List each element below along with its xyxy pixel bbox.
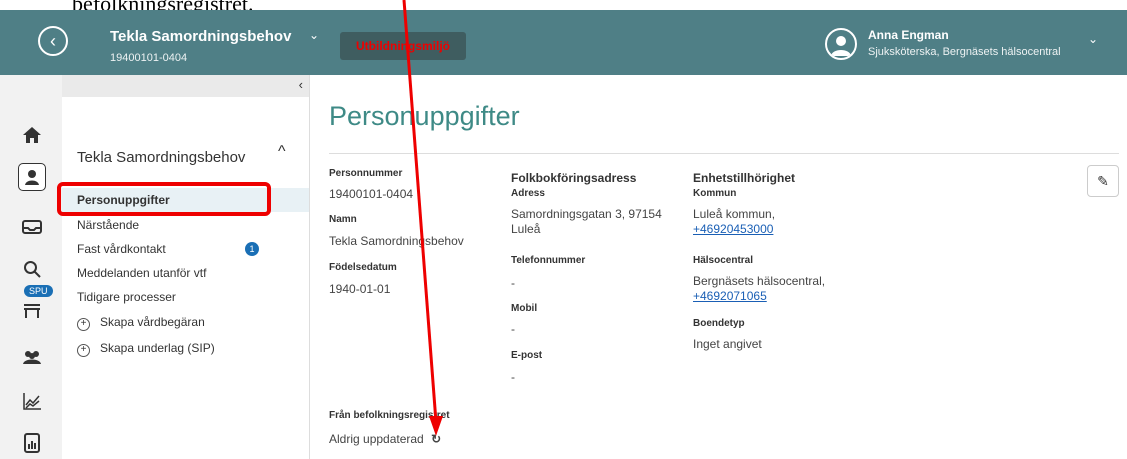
- nav-meddelanden[interactable]: Meddelanden utanför vtf: [77, 266, 206, 280]
- bed-icon[interactable]: [18, 297, 46, 325]
- user-avatar-icon[interactable]: [825, 28, 857, 60]
- refresh-icon[interactable]: ↻: [431, 432, 441, 446]
- user-role: Sjuksköterska, Bergnäsets hälsocentral: [868, 46, 1061, 58]
- halsocentral-label: Hälsocentral: [693, 255, 754, 266]
- home-icon[interactable]: [18, 121, 46, 149]
- kommun-phone-link[interactable]: +46920453000: [693, 222, 773, 236]
- main-content: Personuppgifter ✎ Personnummer 19400101-…: [311, 75, 1127, 459]
- personnummer-label: Personnummer: [329, 168, 403, 179]
- adress-line1: Samordningsgatan 3, 97154: [511, 207, 662, 221]
- personnummer-value: 19400101-0404: [329, 187, 414, 201]
- edit-button[interactable]: ✎: [1087, 165, 1119, 197]
- icon-rail: SPU: [0, 75, 62, 459]
- halsocentral-value: Bergnäsets hälsocentral,: [693, 274, 826, 288]
- nav-narstaende[interactable]: Närstående: [77, 218, 139, 232]
- namn-value: Tekla Samordningsbehov: [329, 234, 464, 248]
- subnav-topbar: ‹: [62, 75, 309, 97]
- report-icon[interactable]: [18, 429, 46, 457]
- chevron-left-icon: ‹: [50, 31, 56, 51]
- page-title: Personuppgifter: [329, 101, 520, 131]
- telefon-label: Telefonnummer: [511, 255, 586, 266]
- plus-icon: +: [77, 344, 90, 357]
- collapse-left-icon[interactable]: ‹: [299, 77, 303, 92]
- patient-icon[interactable]: [18, 163, 46, 191]
- mobil-label: Mobil: [511, 303, 538, 314]
- nav-fast-vardkontakt[interactable]: Fast vårdkontakt: [77, 242, 166, 256]
- telefon-value: -: [511, 276, 515, 290]
- chevron-down-icon[interactable]: ⌄: [309, 28, 319, 42]
- plus-icon: +: [77, 318, 90, 331]
- kommun-label: Kommun: [693, 188, 737, 199]
- user-name[interactable]: Anna Engman: [868, 28, 949, 42]
- nav-tidigare-processer[interactable]: Tidigare processer: [77, 290, 176, 304]
- statistics-icon[interactable]: [18, 387, 46, 415]
- halsocentral-phone-link[interactable]: +4692071065: [693, 289, 767, 303]
- adress-line2: Luleå: [511, 222, 541, 236]
- epost-label: E-post: [511, 350, 543, 361]
- inbox-icon[interactable]: [18, 213, 46, 241]
- kommun-value: Luleå kommun,: [693, 207, 776, 221]
- mobil-value: -: [511, 322, 515, 336]
- fodelsedatum-label: Födelsedatum: [329, 262, 397, 273]
- nav-item-label: Skapa underlag (SIP): [100, 341, 215, 355]
- registry-status: Aldrig uppdaterad ↻: [329, 432, 441, 446]
- chevron-up-icon[interactable]: ^: [278, 143, 286, 161]
- nav-item-label: Skapa vårdbegäran: [100, 315, 205, 329]
- folkbokforing-heading: Folkbokföringsadress: [511, 171, 637, 185]
- back-button[interactable]: ‹: [38, 26, 68, 56]
- app-header: ‹ Tekla Samordningsbehov 19400101-0404 ⌄…: [0, 10, 1127, 75]
- pencil-icon: ✎: [1097, 172, 1109, 189]
- nav-skapa-vardbegaran[interactable]: + Skapa vårdbegäran: [77, 315, 205, 331]
- count-badge: 1: [245, 242, 259, 256]
- user-menu-chevron-icon[interactable]: ⌄: [1088, 32, 1098, 46]
- nav-skapa-underlag[interactable]: + Skapa underlag (SIP): [77, 341, 215, 357]
- patient-id: 19400101-0404: [110, 52, 188, 64]
- team-icon[interactable]: [18, 343, 46, 371]
- namn-label: Namn: [329, 214, 357, 225]
- spu-badge: SPU: [24, 285, 53, 297]
- registry-label: Från befolkningsregistret: [329, 410, 450, 421]
- subnav-title: Tekla Samordningsbehov: [77, 149, 246, 166]
- environment-badge: Utbildningsmiljö: [340, 32, 466, 60]
- adress-label: Adress: [511, 188, 545, 199]
- epost-value: -: [511, 370, 515, 384]
- registry-value: Aldrig uppdaterad: [329, 432, 424, 446]
- patient-name[interactable]: Tekla Samordningsbehov: [110, 28, 291, 45]
- enhet-heading: Enhetstillhörighet: [693, 171, 795, 185]
- search-icon[interactable]: [18, 255, 46, 283]
- fodelsedatum-value: 1940-01-01: [329, 282, 391, 296]
- boendetyp-value: Inget angivet: [693, 337, 762, 351]
- boendetyp-label: Boendetyp: [693, 318, 745, 329]
- patient-subnav: ‹ Tekla Samordningsbehov ^ Personuppgift…: [62, 75, 310, 459]
- annotation-highlight-box: [57, 182, 271, 216]
- divider: [329, 153, 1119, 154]
